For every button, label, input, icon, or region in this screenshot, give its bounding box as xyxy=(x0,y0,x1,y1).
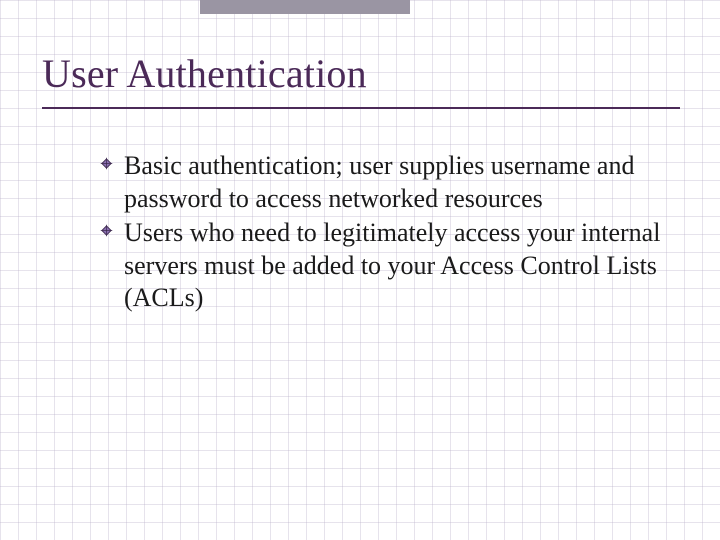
slide-title: User Authentication xyxy=(42,50,680,109)
bullet-text: Basic authentication; user supplies user… xyxy=(124,151,634,213)
slide-top-accent-bar xyxy=(200,0,410,14)
list-item: Users who need to legitimately access yo… xyxy=(100,217,662,315)
list-item: Basic authentication; user supplies user… xyxy=(100,150,662,215)
slide-body: Basic authentication; user supplies user… xyxy=(100,150,662,317)
slide-top-accent-wrap xyxy=(0,0,720,18)
diamond-bullet-icon xyxy=(100,157,113,170)
slide: User Authentication Basic authentication… xyxy=(0,0,720,540)
bullet-text: Users who need to legitimately access yo… xyxy=(124,218,660,312)
diamond-bullet-icon xyxy=(100,224,113,237)
